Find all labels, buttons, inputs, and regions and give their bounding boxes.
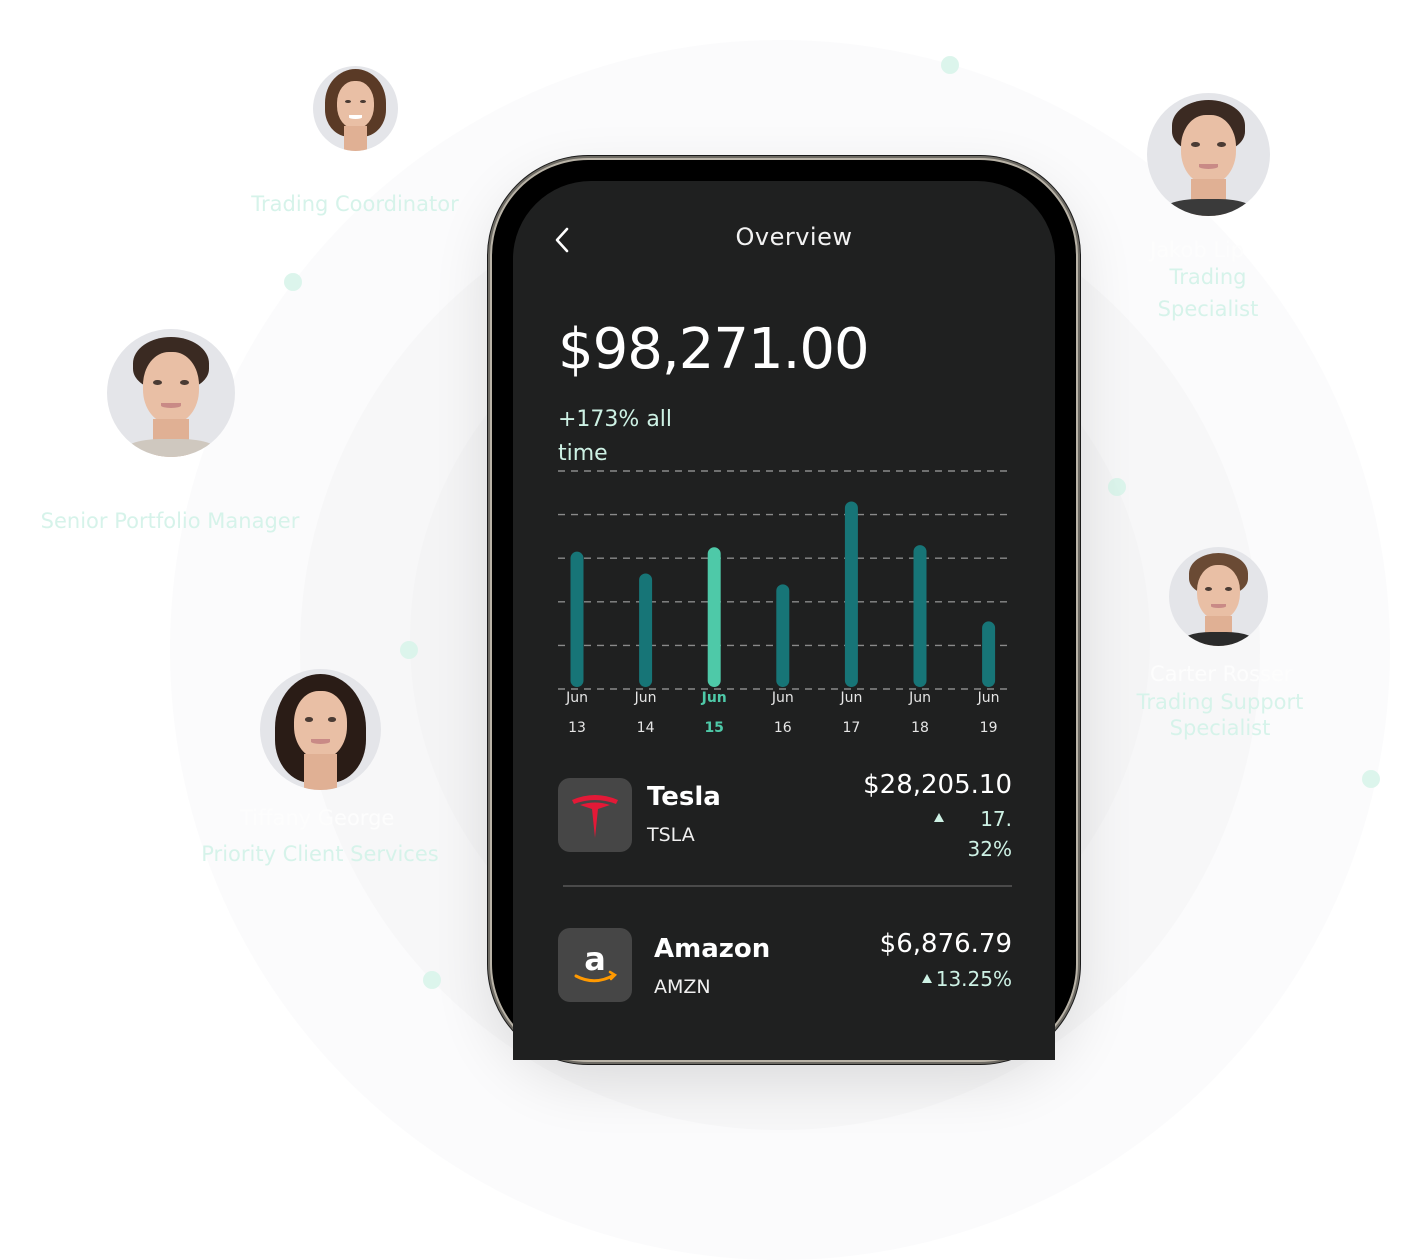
x-tick-label: Jun 18 [895, 683, 945, 743]
member-role: Trading Specialist [1108, 261, 1308, 325]
bar-chart: Jun 13 Jun 14 Jun 15 Jun 16 Jun 17 Jun 18 Jun 19 [558, 469, 1013, 736]
x-tick-month: Jun [977, 690, 1000, 706]
x-tick-day: 13 [568, 720, 586, 736]
x-tick-label: Jun 13 [552, 683, 602, 743]
stock-change: 17. 32% [872, 804, 1012, 864]
chart-bar[interactable] [707, 547, 721, 687]
chart-bar[interactable] [570, 551, 584, 687]
stock-name: Amazon [654, 934, 771, 964]
amazon-logo: a [558, 928, 632, 1002]
avatar [1169, 547, 1268, 646]
stock-change: 13.25% [921, 964, 1012, 994]
x-tick-month: Jun [634, 690, 657, 706]
x-tick-day: 15 [704, 720, 724, 736]
all-time-growth: +173% all time [558, 403, 698, 471]
x-tick-day: 14 [636, 720, 655, 736]
x-tick-label: Jun 17 [826, 683, 876, 743]
arrow-up-icon [934, 813, 945, 822]
decorative-dot [423, 971, 441, 989]
stock-price: $28,205.10 [863, 770, 1012, 800]
member-role-line: Trading Support [1136, 690, 1304, 714]
member-role: Trading Support Specialist [1120, 689, 1320, 741]
amazon-logo-icon: a [574, 940, 618, 983]
stock-ticker: TSLA [647, 824, 695, 846]
decorative-dot [284, 273, 302, 291]
member-role: Priority Client Services [201, 842, 439, 866]
avatar [313, 66, 398, 151]
stock-price: $6,876.79 [879, 929, 1012, 959]
stock-row-amazon[interactable]: a Amazon AMZN $6,876.79 13.25% [558, 928, 1012, 1008]
app-screen: Overview $98,271.00 +173% all time Jun 13… [513, 181, 1055, 1060]
chart-bar[interactable] [639, 573, 653, 687]
change-value: 13.25% [935, 967, 1012, 991]
avatar [107, 329, 235, 457]
change-value: 17. [980, 807, 1012, 831]
member-role-line: Specialist [1157, 297, 1259, 321]
x-tick-month: Jun [840, 690, 863, 706]
chart-bar[interactable] [913, 545, 927, 687]
member-role-line: Specialist [1169, 716, 1271, 740]
decorative-dot [941, 56, 959, 74]
chart-bar[interactable] [982, 621, 996, 687]
x-tick-day: 19 [979, 720, 998, 736]
screen-title: Overview [735, 223, 853, 251]
growth-line: time [558, 441, 608, 466]
avatar [260, 669, 381, 790]
member-role-line: Trading [1169, 265, 1247, 289]
x-tick-label: Jun 19 [964, 683, 1014, 743]
stock-name: Tesla [647, 782, 721, 812]
avatar [1147, 93, 1270, 216]
stock-row-tesla[interactable]: Tesla TSLA $28,205.10 17. 32% [558, 770, 1012, 861]
x-tick-day: 17 [842, 720, 861, 736]
x-tick-label: Jun 16 [758, 683, 808, 743]
x-tick-label: Jun 14 [621, 683, 671, 743]
member-role: Senior Portfolio Manager [40, 509, 300, 533]
member-name: Jakob Lip [1150, 238, 1245, 262]
x-tick-month: Jun [909, 690, 931, 706]
member-name: Tiffany George [240, 806, 395, 830]
svg-text:a: a [584, 940, 606, 978]
arrow-up-icon [921, 974, 932, 983]
decorative-dot [400, 641, 418, 659]
decorative-dot [1108, 478, 1126, 496]
member-role: Trading Coordinator [251, 192, 459, 216]
member-name: Carter Rosser [1150, 662, 1293, 686]
x-tick-month: Jun [566, 690, 588, 706]
tesla-logo [558, 778, 632, 852]
x-tick-day: 18 [911, 720, 929, 736]
chart-bar[interactable] [844, 501, 858, 687]
x-tick-label: Jun 15 [689, 683, 739, 743]
chart-plot [558, 470, 1013, 690]
x-tick-month: Jun [771, 690, 794, 706]
divider [563, 885, 1012, 887]
total-balance: $98,271.00 [558, 317, 870, 382]
growth-line: +173% all [558, 407, 673, 432]
change-value: 32% [967, 837, 1012, 861]
chart-bar[interactable] [776, 584, 790, 687]
tesla-logo-icon [572, 795, 618, 838]
x-tick-month: Jun [701, 690, 727, 706]
decorative-dot [1362, 770, 1380, 788]
x-tick-day: 16 [773, 720, 792, 736]
stock-ticker: AMZN [654, 976, 711, 998]
phone-mockup: Overview $98,271.00 +173% all time Jun 13… [492, 160, 1076, 1060]
